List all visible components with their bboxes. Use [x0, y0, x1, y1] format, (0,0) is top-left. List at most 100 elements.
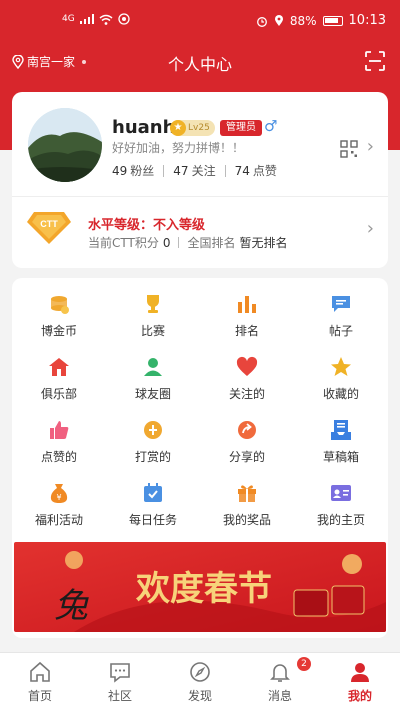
menu-item-label: 草稿箱	[322, 450, 359, 464]
menu-item-label: 福利活动	[34, 513, 83, 527]
menu-item[interactable]: 关注的	[200, 353, 294, 416]
status-bar: 4G 88% 10:13	[0, 0, 400, 40]
username: huanh	[112, 117, 176, 138]
stat-fans[interactable]: 49 粉丝	[112, 162, 154, 179]
menu-item[interactable]: 我的主页	[294, 479, 388, 542]
menu-item[interactable]: 打赏的	[106, 416, 200, 479]
home-outline-icon	[30, 661, 50, 682]
tab-label: 首页	[27, 689, 52, 703]
menu-item-label: 每日任务	[128, 513, 177, 527]
menu-item-label: 博金币	[40, 324, 77, 338]
bottom-nav: 首页 社区 发现 消息 2 我的	[0, 652, 400, 710]
menu-item[interactable]: 我的奖品	[200, 479, 294, 542]
menu-item-label: 俱乐部	[40, 387, 77, 401]
person-icon	[351, 663, 369, 682]
tab-label: 发现	[187, 689, 212, 703]
menu-item[interactable]: 点赞的	[12, 416, 106, 479]
tab-person[interactable]: 我的	[320, 653, 400, 710]
menu-item[interactable]: 俱乐部	[12, 353, 106, 416]
battery-icon	[322, 15, 343, 26]
stat-likes[interactable]: 74 点赞	[235, 162, 277, 179]
banner-title: 欢度春节	[135, 570, 272, 608]
menu-item-label: 点赞的	[40, 450, 77, 464]
menu-item-label: 球友圈	[134, 387, 171, 401]
menu-item[interactable]: 草稿箱	[294, 416, 388, 479]
compass-icon	[190, 662, 210, 682]
male-icon: ♂	[264, 117, 278, 135]
tab-label: 我的	[347, 689, 372, 703]
menu-item[interactable]: 排名	[200, 290, 294, 353]
star-icon	[331, 357, 351, 376]
menu-item[interactable]: 每日任务	[106, 479, 200, 542]
location-status-icon	[274, 14, 283, 26]
avatar-photo	[28, 108, 102, 182]
chevron-right-icon[interactable]: ›	[367, 218, 374, 239]
menu-item-label: 我的主页	[316, 513, 365, 527]
menu-item-label: 帖子	[328, 324, 353, 338]
divider	[12, 196, 388, 197]
menu-item[interactable]: 球友圈	[106, 353, 200, 416]
clock: 10:13	[348, 13, 386, 28]
trophy-icon	[147, 295, 159, 313]
menu-item[interactable]: 收藏的	[294, 353, 388, 416]
level-star-icon: ★	[170, 120, 186, 136]
chat-icon	[110, 663, 130, 683]
draft-icon	[331, 420, 351, 440]
feature-menu-card: 博金币 比赛 排名 帖子俱乐部 球友圈 关注的 收藏的点赞的 打赏的 分享的 草稿箱 ¥ 福利活动 每日…	[12, 278, 388, 638]
menu-item-label: 分享的	[228, 450, 265, 464]
banner-graphic: 兔 欢度春节	[14, 542, 386, 632]
svg-text:¥: ¥	[56, 493, 61, 502]
national-rank-value: 暂无排名	[239, 236, 288, 250]
thumbs-up-icon	[50, 421, 69, 439]
alarm-icon	[256, 16, 267, 27]
scan-icon[interactable]	[364, 50, 386, 72]
tab-chat[interactable]: 社区	[80, 653, 160, 710]
profile-stats: 49 粉丝 47 关注 74 点赞	[112, 162, 277, 179]
tab-label: 社区	[107, 689, 132, 703]
calendar-check-icon	[144, 483, 162, 502]
level-badge-text: Lv25	[188, 123, 210, 133]
menu-item[interactable]: 分享的	[200, 416, 294, 479]
role-badge: 管理员	[220, 120, 262, 136]
avatar[interactable]	[28, 108, 102, 182]
qr-code-icon[interactable]	[340, 140, 358, 158]
menu-item-label: 打赏的	[134, 450, 171, 464]
message-icon	[332, 296, 350, 312]
ctt-points-rank: 当前CTT积分 0 全国排名 暂无排名	[88, 235, 288, 251]
menu-item[interactable]: ¥ 福利活动	[12, 479, 106, 542]
ctt-badge-text: CTT	[40, 219, 58, 229]
level-badge: ★ Lv25	[170, 120, 215, 136]
banner-logo-text: 兔	[54, 588, 89, 625]
feature-grid: 博金币 比赛 排名 帖子俱乐部 球友圈 关注的 收藏的点赞的 打赏的 分享的 草稿箱 ¥ 福利活动 每日…	[12, 290, 388, 542]
user-motto: 好好加油，努力拼博！！	[112, 141, 245, 155]
menu-item[interactable]: 博金币	[12, 290, 106, 353]
menu-item-label: 关注的	[228, 387, 265, 401]
share-icon	[238, 421, 256, 439]
profile-card-icon	[331, 485, 351, 501]
gift-icon	[238, 485, 256, 502]
money-bag-icon: ¥	[50, 484, 68, 503]
bar-chart-icon	[238, 296, 256, 313]
profile-card: huanh ★ Lv25 管理员 ♂ 好好加油，努力拼博！！ 49 粉丝 47 关注…	[12, 92, 388, 268]
spring-festival-banner[interactable]: 兔 欢度春节	[14, 542, 386, 632]
menu-item-label: 我的奖品	[222, 513, 271, 527]
tab-compass[interactable]: 发现	[160, 653, 240, 710]
menu-item-label: 比赛	[140, 324, 165, 338]
home-icon	[49, 358, 69, 376]
wifi-icon	[99, 14, 113, 25]
stat-divider	[224, 164, 226, 177]
tab-home[interactable]: 首页	[0, 653, 80, 710]
chevron-right-icon[interactable]: ›	[367, 136, 374, 157]
page-title: 个人中心	[167, 55, 232, 74]
menu-item-label: 排名	[234, 324, 259, 338]
skill-level: 水平等级：不入等级	[88, 218, 206, 233]
menu-item[interactable]: 比赛	[106, 290, 200, 353]
stat-following[interactable]: 47 关注	[173, 162, 215, 179]
reward-icon	[144, 421, 162, 439]
menu-item[interactable]: 帖子	[294, 290, 388, 353]
tab-bell[interactable]: 消息 2	[240, 653, 320, 710]
tab-label: 消息	[267, 689, 292, 703]
bell-icon	[270, 664, 290, 682]
menu-item-label: 收藏的	[322, 387, 359, 401]
stat-divider	[163, 164, 165, 177]
